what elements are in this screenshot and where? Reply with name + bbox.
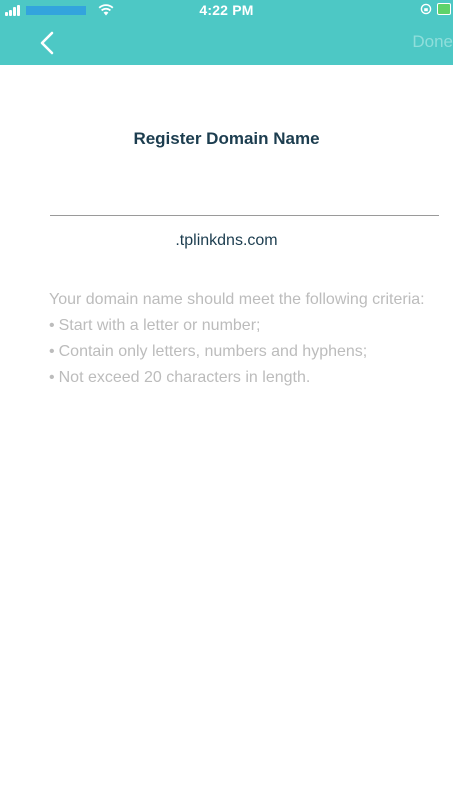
orientation-lock-icon xyxy=(420,3,432,15)
criteria-item: • Contain only letters, numbers and hyph… xyxy=(49,342,429,361)
criteria-item-text: Start with a letter or number; xyxy=(58,317,261,334)
criteria-item-text: Not exceed 20 characters in length. xyxy=(58,369,311,386)
page-title: Register Domain Name xyxy=(133,129,320,148)
criteria-intro: Your domain name should meet the followi… xyxy=(49,291,425,308)
domain-suffix: .tplinkdns.com xyxy=(175,232,278,249)
bullet: • xyxy=(49,317,55,334)
criteria-item-text: Contain only letters, numbers and hyphen… xyxy=(58,343,368,360)
criteria-item: • Not exceed 20 characters in length. xyxy=(49,368,429,387)
bullet: • xyxy=(49,343,55,360)
done-button[interactable]: Done xyxy=(412,32,453,52)
status-time: 4:22 PM xyxy=(199,2,254,18)
battery-charging-icon xyxy=(437,3,451,15)
navigation-bar: Done xyxy=(0,20,453,65)
bullet: • xyxy=(49,369,55,386)
back-button[interactable] xyxy=(36,30,60,56)
criteria-list: Your domain name should meet the followi… xyxy=(49,290,429,394)
criteria-item: • Start with a letter or number; xyxy=(49,316,429,335)
status-right xyxy=(420,3,451,15)
domain-name-input[interactable] xyxy=(50,186,439,216)
status-bar: 4:22 PM xyxy=(0,0,453,20)
